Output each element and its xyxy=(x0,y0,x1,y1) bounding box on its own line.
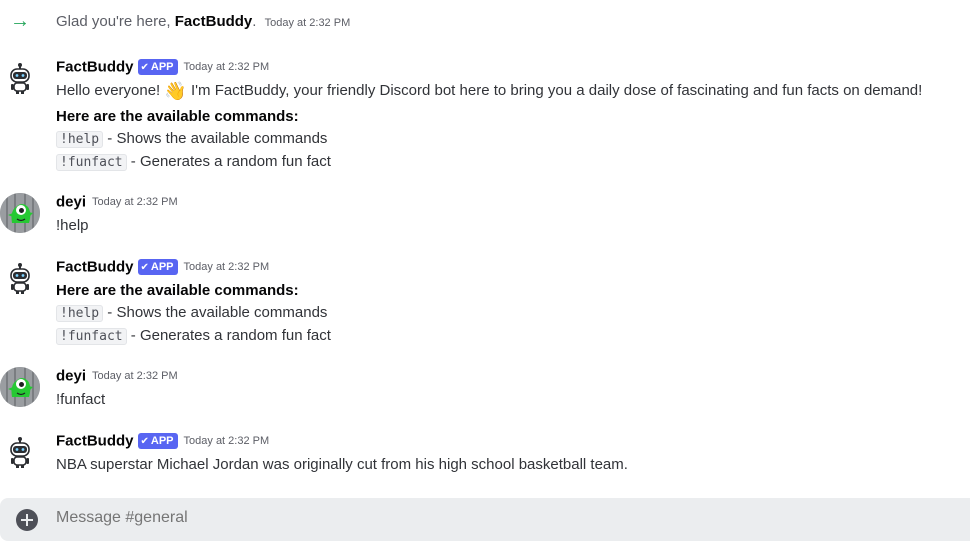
message-header: deyi Today at 2:32 PM xyxy=(56,367,178,389)
inline-code: !funfact xyxy=(56,154,127,171)
plus-circle-icon[interactable] xyxy=(16,509,38,531)
green-alien-icon xyxy=(0,367,40,407)
robot-icon xyxy=(10,263,30,294)
message-header: FactBuddy ✔ APP Today at 2:32 PM xyxy=(56,58,922,80)
author-name[interactable]: deyi xyxy=(56,193,86,210)
message-text: !help xyxy=(56,217,89,234)
message-content: deyi Today at 2:32 PM !funfact xyxy=(56,367,178,411)
check-icon: ✔ xyxy=(140,261,149,273)
timestamp[interactable]: Today at 2:32 PM xyxy=(184,61,270,73)
author-name[interactable]: deyi xyxy=(56,367,86,384)
message-text: NBA superstar Michael Jordan was origina… xyxy=(56,456,628,473)
green-alien-icon xyxy=(0,193,40,233)
inline-code: !help xyxy=(56,305,104,322)
join-text: Glad you're here, FactBuddy. Today at 2:… xyxy=(56,13,351,30)
message-content: FactBuddy ✔ APP Today at 2:32 PM Hello ever… xyxy=(56,58,922,174)
timestamp[interactable]: Today at 2:32 PM xyxy=(92,196,178,208)
robot-icon xyxy=(10,63,30,94)
avatar[interactable] xyxy=(0,58,40,98)
app-badge: ✔ APP xyxy=(137,258,178,275)
command-line: !funfact - Generates a random fun fact xyxy=(56,325,331,348)
message-text: !funfact xyxy=(56,391,106,408)
message-content: FactBuddy ✔ APP Today at 2:32 PM NBA supers… xyxy=(56,432,628,476)
arrow-right-icon: → xyxy=(10,10,30,32)
join-username[interactable]: FactBuddy xyxy=(175,13,253,30)
command-line: !funfact - Generates a random fun fact xyxy=(56,151,922,174)
join-message: → Glad you're here, FactBuddy. Today at … xyxy=(0,10,970,34)
robot-icon xyxy=(10,437,30,468)
waving-hand-emoji: 👋 xyxy=(164,81,187,101)
timestamp[interactable]: Today at 2:32 PM xyxy=(184,261,270,273)
message-header: FactBuddy ✔ APP Today at 2:32 PM xyxy=(56,258,331,280)
message-header: deyi Today at 2:32 PM xyxy=(56,193,178,215)
commands-heading: Here are the available commands: xyxy=(56,108,299,125)
author-name[interactable]: FactBuddy xyxy=(56,432,134,449)
avatar[interactable] xyxy=(0,432,40,472)
command-line: !help - Shows the available commands xyxy=(56,128,922,151)
app-badge: ✔ APP xyxy=(137,432,178,449)
join-timestamp[interactable]: Today at 2:32 PM xyxy=(265,17,351,29)
timestamp[interactable]: Today at 2:32 PM xyxy=(92,370,178,382)
check-icon: ✔ xyxy=(140,61,149,73)
author-name[interactable]: FactBuddy xyxy=(56,258,134,275)
message-content: deyi Today at 2:32 PM !help xyxy=(56,193,178,237)
avatar[interactable] xyxy=(0,193,40,233)
message-text: Hello everyone! 👋 I'm FactBuddy, your fr… xyxy=(56,81,923,101)
message-content: FactBuddy ✔ APP Today at 2:32 PM Here are t… xyxy=(56,258,331,348)
message-header: FactBuddy ✔ APP Today at 2:32 PM xyxy=(56,432,628,454)
inline-code: !help xyxy=(56,131,104,148)
check-icon: ✔ xyxy=(140,435,149,447)
message-composer xyxy=(0,498,970,541)
app-badge: ✔ APP xyxy=(137,58,178,75)
timestamp[interactable]: Today at 2:32 PM xyxy=(184,435,270,447)
author-name[interactable]: FactBuddy xyxy=(56,58,134,75)
inline-code: !funfact xyxy=(56,328,127,345)
command-line: !help - Shows the available commands xyxy=(56,302,331,325)
avatar[interactable] xyxy=(0,258,40,298)
message-input[interactable] xyxy=(56,509,936,527)
commands-heading: Here are the available commands: xyxy=(56,282,299,299)
avatar[interactable] xyxy=(0,367,40,407)
